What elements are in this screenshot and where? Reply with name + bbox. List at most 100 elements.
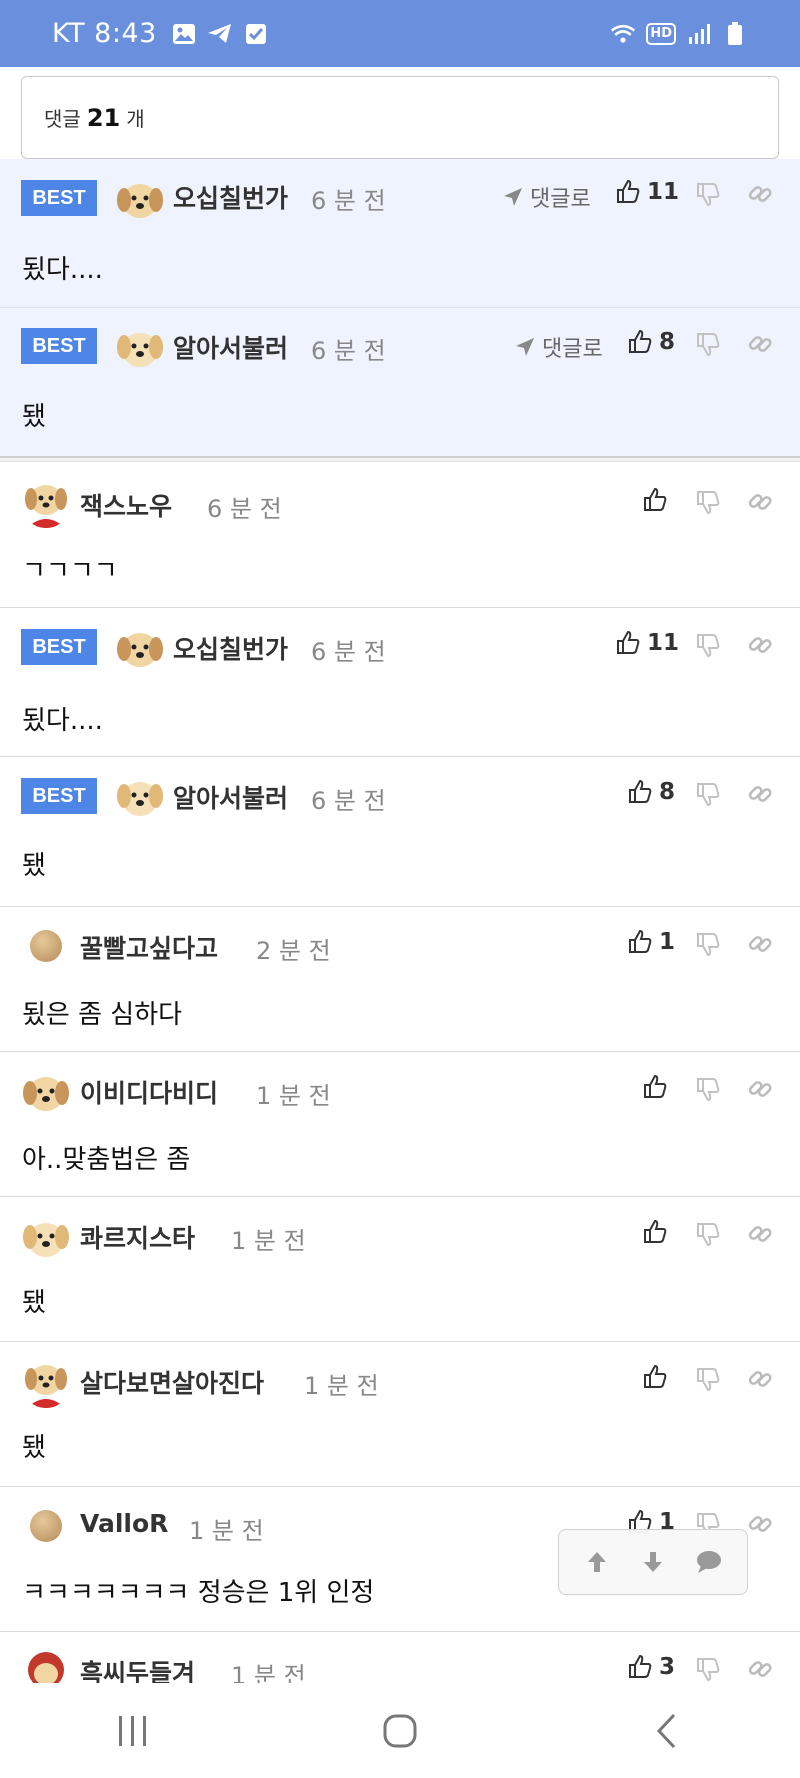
timestamp: 6 분 전	[311, 638, 386, 666]
comment-item: 꿀빨고싶다고 2 분 전 1 됬은 좀 심하다	[0, 907, 800, 1052]
timestamp: 6 분 전	[207, 495, 282, 523]
best-badge: BEST	[21, 328, 97, 364]
avatar[interactable]	[21, 1358, 71, 1408]
avatar[interactable]	[115, 174, 165, 224]
wifi-icon	[610, 21, 636, 47]
comment-count-suffix: 개	[126, 107, 145, 131]
link-icon[interactable]	[745, 1364, 775, 1394]
comment-body: 됬다....	[22, 255, 103, 285]
reply-button[interactable]: 댓글로	[502, 181, 591, 213]
like-count: 3	[659, 1654, 676, 1680]
hd-icon: HD	[646, 22, 676, 45]
checkbox-icon	[243, 21, 269, 47]
nickname[interactable]: 오십칠번가	[173, 179, 288, 215]
avatar[interactable]	[30, 930, 62, 962]
home-icon[interactable]	[380, 1711, 420, 1751]
thumbs-down-icon[interactable]	[693, 179, 723, 209]
avatar[interactable]	[30, 1510, 62, 1542]
nickname[interactable]: 꿀빨고싶다고	[80, 929, 218, 965]
like-count: 11	[647, 630, 680, 656]
thumbs-down-icon[interactable]	[693, 929, 723, 959]
send-arrow-icon	[516, 338, 534, 356]
comment-item: 잭스노우 6 분 전 ㄱㄱㄱㄱ	[0, 462, 800, 608]
like-button[interactable]: 8	[627, 779, 675, 805]
nickname[interactable]: 흑씨두들겨	[80, 1654, 195, 1683]
avatar[interactable]	[21, 478, 71, 528]
comment-count-box: 댓글 21 개	[21, 76, 779, 159]
like-button[interactable]: 11	[615, 179, 679, 205]
link-icon[interactable]	[745, 1074, 775, 1104]
thumbs-up-icon	[644, 1074, 667, 1098]
floating-nav	[558, 1529, 748, 1595]
like-button[interactable]	[642, 1219, 674, 1245]
like-count: 8	[659, 329, 676, 355]
link-icon[interactable]	[745, 1654, 775, 1683]
app-root: KT 8:43 HD 댓글 21 개 BEST 오십칠번가 6 분 전 댓글로 …	[0, 0, 800, 1778]
thumbs-up-icon	[644, 1364, 667, 1388]
link-icon[interactable]	[745, 630, 775, 660]
avatar[interactable]	[21, 1648, 71, 1683]
thumbs-down-icon[interactable]	[693, 487, 723, 517]
link-icon[interactable]	[745, 1219, 775, 1249]
comment-count-prefix: 댓글	[44, 107, 81, 131]
system-nav-bar	[0, 1683, 800, 1778]
like-button[interactable]: 3	[627, 1654, 675, 1680]
thumbs-down-icon[interactable]	[693, 1219, 723, 1249]
avatar[interactable]	[115, 623, 165, 673]
arrow-down-icon[interactable]	[638, 1547, 668, 1577]
nickname[interactable]: 알아서불러	[173, 329, 288, 365]
thumbs-down-icon[interactable]	[693, 779, 723, 809]
best-comment: BEST 오십칠번가 6 분 전 댓글로 11 됬다....	[0, 159, 800, 308]
link-icon[interactable]	[745, 779, 775, 809]
thumbs-down-icon[interactable]	[693, 1074, 723, 1104]
comment-body: ㅋㅋㅋㅋㅋㅋㅋ 정승은 1위 인정	[22, 1578, 375, 1608]
like-button[interactable]	[642, 1074, 674, 1100]
nickname[interactable]: 콰르지스타	[80, 1219, 195, 1255]
comment-count-number: 21	[86, 103, 121, 132]
best-badge: BEST	[21, 629, 97, 665]
link-icon[interactable]	[745, 487, 775, 517]
link-icon[interactable]	[745, 929, 775, 959]
thumbs-down-icon[interactable]	[693, 329, 723, 359]
comment-icon[interactable]	[694, 1547, 724, 1577]
avatar[interactable]	[21, 1213, 71, 1263]
thumbs-up-icon	[617, 179, 640, 203]
nickname[interactable]: 이비디다비디	[80, 1074, 218, 1110]
comment-item: BEST 오십칠번가 6 분 전 11 됬다....	[0, 608, 800, 757]
like-button[interactable]: 8	[627, 329, 675, 355]
link-icon[interactable]	[745, 1509, 775, 1539]
timestamp: 6 분 전	[311, 337, 386, 365]
nickname[interactable]: 잭스노우	[80, 487, 172, 523]
recent-apps-icon[interactable]	[113, 1711, 153, 1751]
status-bar: KT 8:43 HD	[0, 0, 800, 67]
like-count: 11	[647, 179, 680, 205]
thumbs-down-icon[interactable]	[693, 1654, 723, 1683]
thumbs-down-icon[interactable]	[693, 1364, 723, 1394]
nickname[interactable]: 오십칠번가	[173, 630, 288, 666]
back-icon[interactable]	[647, 1711, 687, 1751]
like-button[interactable]: 1	[627, 929, 675, 955]
timestamp: 1 분 전	[189, 1517, 264, 1545]
thumbs-down-icon[interactable]	[693, 630, 723, 660]
nickname[interactable]: 알아서불러	[173, 779, 288, 815]
arrow-up-icon[interactable]	[582, 1547, 612, 1577]
nickname[interactable]: ValloR	[80, 1509, 168, 1538]
like-button[interactable]	[642, 487, 674, 513]
timestamp: 6 분 전	[311, 787, 386, 815]
link-icon[interactable]	[745, 179, 775, 209]
status-left-icons	[171, 21, 269, 47]
avatar[interactable]	[115, 323, 165, 373]
comment-item: 이비디다비디 1 분 전 아..맞춤법은 좀	[0, 1052, 800, 1197]
avatar[interactable]	[115, 772, 165, 822]
reply-button[interactable]: 댓글로	[514, 331, 603, 363]
thumbs-up-icon	[629, 1654, 652, 1678]
telegram-icon	[207, 21, 233, 47]
comment-item: 콰르지스타 1 분 전 됐	[0, 1197, 800, 1342]
battery-icon	[722, 21, 748, 47]
nickname[interactable]: 살다보면살아진다	[80, 1364, 264, 1400]
like-button[interactable]: 11	[615, 630, 679, 656]
link-icon[interactable]	[745, 329, 775, 359]
like-count: 8	[659, 779, 676, 805]
avatar[interactable]	[21, 1067, 71, 1117]
like-button[interactable]	[642, 1364, 674, 1390]
